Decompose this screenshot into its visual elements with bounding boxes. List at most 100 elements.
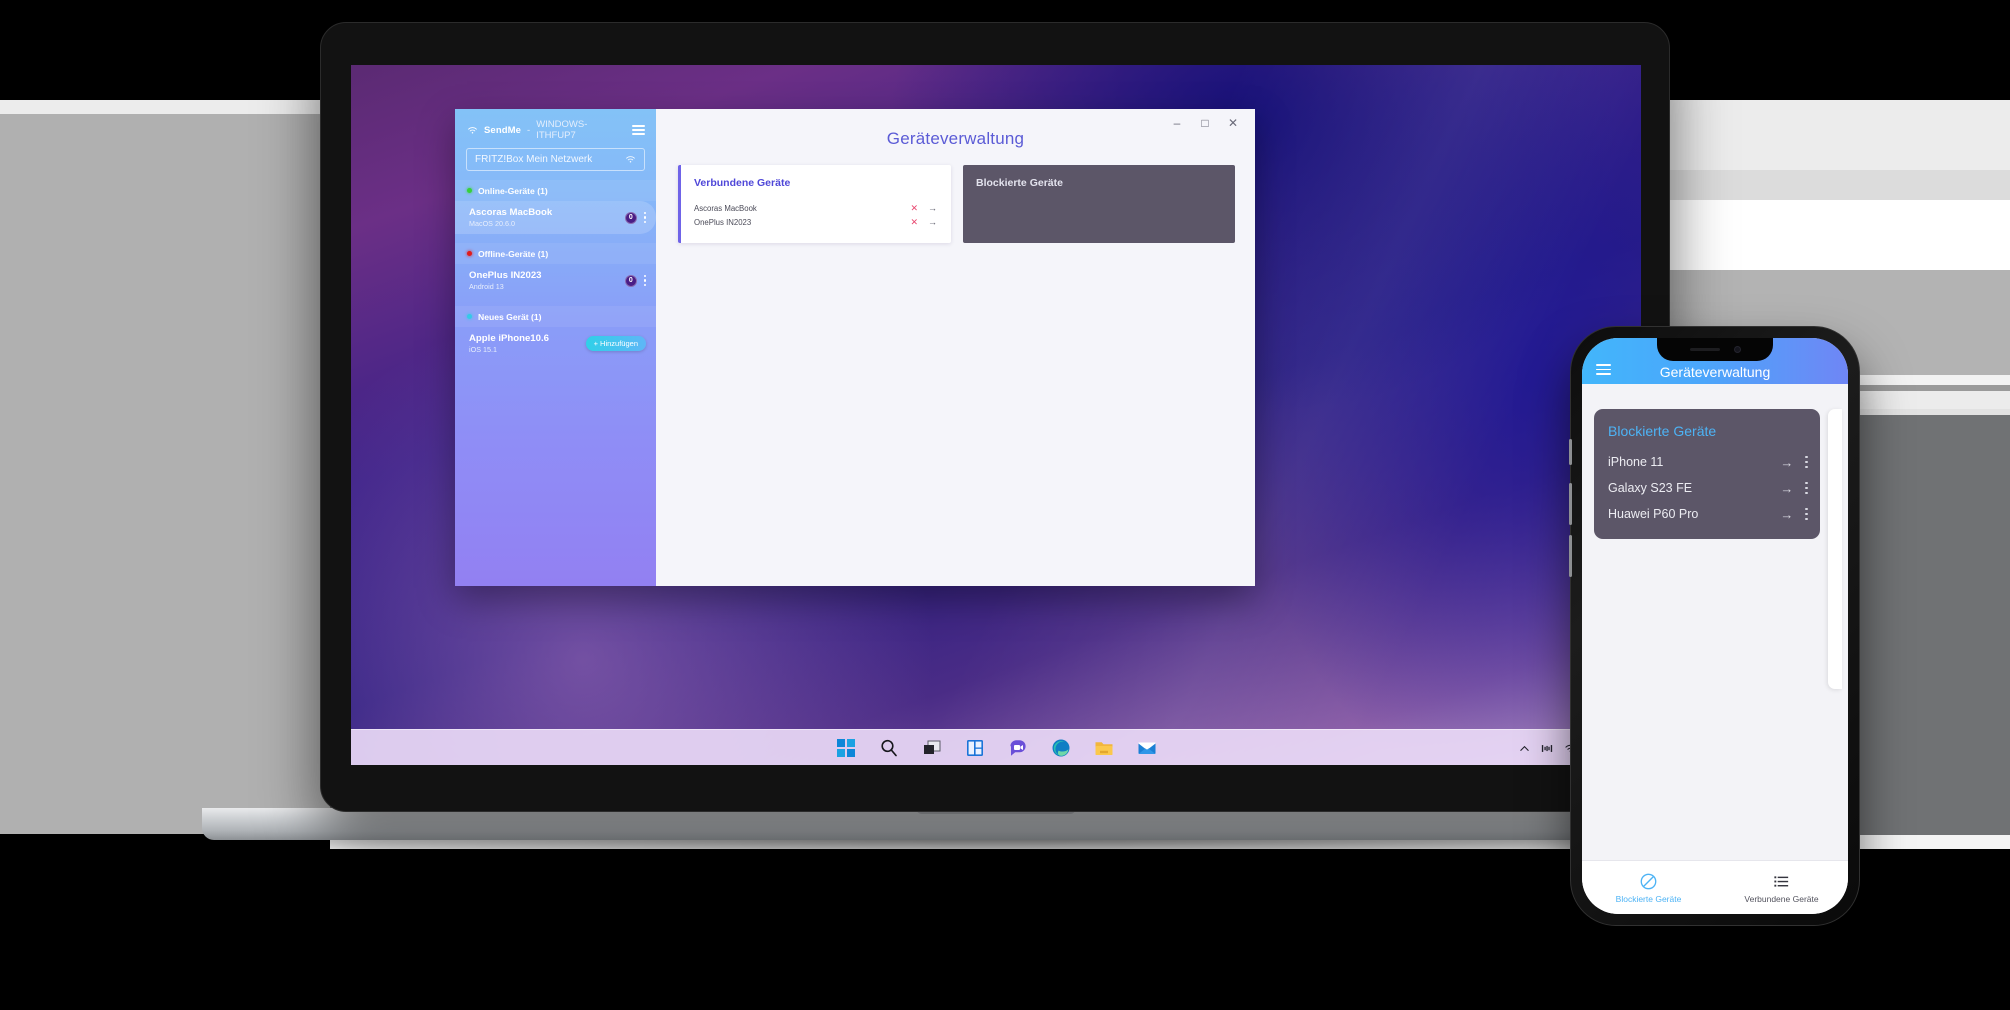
device-name: OnePlus IN2023 bbox=[469, 270, 542, 281]
window-controls: – □ ✕ bbox=[1163, 113, 1247, 133]
phone-blocked-devices-card: Blockierte Geräte iPhone 11 → Galaxy S23… bbox=[1594, 409, 1820, 539]
phone-notch bbox=[1657, 338, 1773, 361]
arrow-right-icon[interactable]: → bbox=[1780, 482, 1793, 495]
tab-verbundene-geraete[interactable]: Verbundene Geräte bbox=[1715, 861, 1848, 914]
kebab-icon[interactable] bbox=[643, 212, 646, 223]
cards-container: Verbundene Geräte Ascoras MacBook ✕ → On… bbox=[656, 149, 1255, 243]
phone-mockup: Geräteverwaltung Blockierte Geräte iPhon… bbox=[1510, 326, 1920, 952]
laptop-mockup: SendMe - WINDOWS-ITHFUP7 FRITZ!Box Mein … bbox=[188, 22, 1804, 862]
sidebar-group-offline: Offline-Geräte (1) bbox=[455, 243, 656, 264]
wifi-icon bbox=[626, 156, 635, 163]
maximize-button[interactable]: □ bbox=[1191, 113, 1219, 133]
phone-volume-up-button bbox=[1569, 483, 1572, 525]
device-badge: 0 bbox=[624, 211, 637, 224]
wifi-icon bbox=[468, 126, 477, 134]
network-icon[interactable] bbox=[1541, 743, 1553, 754]
block-icon bbox=[1640, 873, 1657, 889]
hamburger-icon[interactable] bbox=[632, 125, 645, 135]
phone-screen: Geräteverwaltung Blockierte Geräte iPhon… bbox=[1582, 338, 1848, 914]
phone-bottom-nav: Blockierte Geräte Verbundene Geräte bbox=[1582, 860, 1848, 914]
phone-side-sheet bbox=[1828, 409, 1842, 689]
blocked-devices-card: Blockierte Geräte bbox=[963, 165, 1235, 243]
laptop-base-shadow bbox=[188, 838, 1804, 854]
list-item[interactable]: Huawei P60 Pro → bbox=[1608, 501, 1808, 527]
backdrop-left-slab bbox=[0, 114, 330, 834]
device-name: OnePlus IN2023 bbox=[694, 217, 752, 227]
connected-devices-card: Verbundene Geräte Ascoras MacBook ✕ → On… bbox=[678, 165, 951, 243]
device-name: Ascoras MacBook bbox=[469, 207, 553, 218]
close-icon[interactable]: ✕ bbox=[910, 203, 918, 213]
device-name: Galaxy S23 FE bbox=[1608, 481, 1693, 495]
sidebar-group-online: Online-Geräte (1) bbox=[455, 180, 656, 201]
arrow-right-icon[interactable]: → bbox=[928, 203, 937, 213]
close-button[interactable]: ✕ bbox=[1219, 113, 1247, 133]
kebab-icon[interactable] bbox=[1805, 481, 1808, 495]
table-row[interactable]: OnePlus IN2023 ✕ → bbox=[694, 215, 937, 229]
sidebar-device-oneplus-in2023[interactable]: OnePlus IN2023 Android 13 0 bbox=[455, 264, 656, 297]
device-os: Android 13 bbox=[469, 282, 504, 291]
windows-start-icon[interactable] bbox=[835, 737, 857, 759]
close-icon[interactable]: ✕ bbox=[910, 217, 918, 227]
arrow-right-icon[interactable]: → bbox=[1780, 456, 1793, 469]
device-name: Ascoras MacBook bbox=[694, 203, 757, 213]
sidebar-group-new: Neues Gerät (1) bbox=[455, 306, 656, 327]
card-title: Blockierte Geräte bbox=[1608, 423, 1717, 439]
device-os: MacOS 20.6.0 bbox=[469, 219, 515, 228]
app-name: SendMe bbox=[484, 124, 522, 136]
search-icon[interactable] bbox=[878, 737, 900, 759]
app-main: – □ ✕ Geräteverwaltung Verbundene Geräte… bbox=[656, 109, 1255, 586]
tab-blockierte-geraete[interactable]: Blockierte Geräte bbox=[1582, 861, 1715, 914]
tab-label: Verbundene Geräte bbox=[1744, 893, 1819, 904]
backdrop-left-slab-lower bbox=[0, 834, 330, 1010]
kebab-icon[interactable] bbox=[1805, 507, 1808, 521]
laptop-screen: SendMe - WINDOWS-ITHFUP7 FRITZ!Box Mein … bbox=[351, 65, 1641, 765]
edge-icon[interactable] bbox=[1050, 737, 1072, 759]
list-item[interactable]: Galaxy S23 FE → bbox=[1608, 475, 1808, 501]
widgets-icon[interactable] bbox=[964, 737, 986, 759]
card-title: Verbundene Geräte bbox=[694, 177, 791, 189]
hamburger-icon[interactable] bbox=[1596, 364, 1611, 375]
sidebar-device-apple-iphone[interactable]: Apple iPhone10.6 iOS 15.1 + Hinzufügen bbox=[455, 327, 656, 360]
app-sidebar: SendMe - WINDOWS-ITHFUP7 FRITZ!Box Mein … bbox=[455, 109, 656, 586]
list-item[interactable]: iPhone 11 → bbox=[1608, 449, 1808, 475]
minimize-button[interactable]: – bbox=[1163, 113, 1191, 133]
device-name: Apple iPhone10.6 bbox=[469, 333, 549, 344]
laptop-lid: SendMe - WINDOWS-ITHFUP7 FRITZ!Box Mein … bbox=[320, 22, 1670, 812]
network-selector[interactable]: FRITZ!Box Mein Netzwerk bbox=[466, 148, 645, 171]
file-explorer-icon[interactable] bbox=[1093, 737, 1115, 759]
backdrop-band bbox=[0, 0, 2010, 14]
device-os: iOS 15.1 bbox=[469, 345, 497, 354]
status-dot-offline bbox=[467, 251, 472, 256]
table-row[interactable]: Ascoras MacBook ✕ → bbox=[694, 201, 937, 215]
host-name: WINDOWS-ITHFUP7 bbox=[536, 119, 588, 141]
phone-content: Blockierte Geräte iPhone 11 → Galaxy S23… bbox=[1582, 398, 1848, 860]
arrow-right-icon[interactable]: → bbox=[928, 217, 937, 227]
sendme-app-window: SendMe - WINDOWS-ITHFUP7 FRITZ!Box Mein … bbox=[455, 109, 1255, 586]
arrow-right-icon[interactable]: → bbox=[1780, 508, 1793, 521]
chat-icon[interactable] bbox=[1007, 737, 1029, 759]
group-label: Online-Geräte (1) bbox=[478, 185, 548, 196]
device-name: Huawei P60 Pro bbox=[1608, 507, 1699, 521]
group-label: Neues Gerät (1) bbox=[478, 311, 542, 322]
kebab-icon[interactable] bbox=[1805, 455, 1808, 469]
task-view-icon[interactable] bbox=[921, 737, 943, 759]
screenshot-root: SendMe - WINDOWS-ITHFUP7 FRITZ!Box Mein … bbox=[0, 0, 2010, 1010]
phone-camera bbox=[1733, 346, 1741, 353]
status-dot-online bbox=[467, 188, 472, 193]
group-label: Offline-Geräte (1) bbox=[478, 248, 549, 259]
phone-speaker bbox=[1689, 348, 1720, 351]
chevron-up-icon[interactable] bbox=[1519, 743, 1530, 754]
kebab-icon[interactable] bbox=[643, 275, 646, 286]
add-device-button[interactable]: + Hinzufügen bbox=[585, 336, 646, 351]
mail-icon[interactable] bbox=[1136, 737, 1158, 759]
windows-taskbar bbox=[351, 729, 1641, 765]
device-name: iPhone 11 bbox=[1608, 455, 1664, 469]
phone-volume-down-button bbox=[1569, 535, 1572, 577]
sidebar-header: SendMe - WINDOWS-ITHFUP7 bbox=[455, 109, 656, 141]
taskbar-icons bbox=[835, 737, 1158, 759]
app-host-separator: - bbox=[527, 124, 531, 136]
list-icon bbox=[1774, 875, 1789, 887]
sidebar-device-ascoras-macbook[interactable]: Ascoras MacBook MacOS 20.6.0 0 bbox=[455, 201, 656, 234]
device-badge: 0 bbox=[624, 274, 637, 287]
phone-body: Geräteverwaltung Blockierte Geräte iPhon… bbox=[1569, 326, 1860, 926]
